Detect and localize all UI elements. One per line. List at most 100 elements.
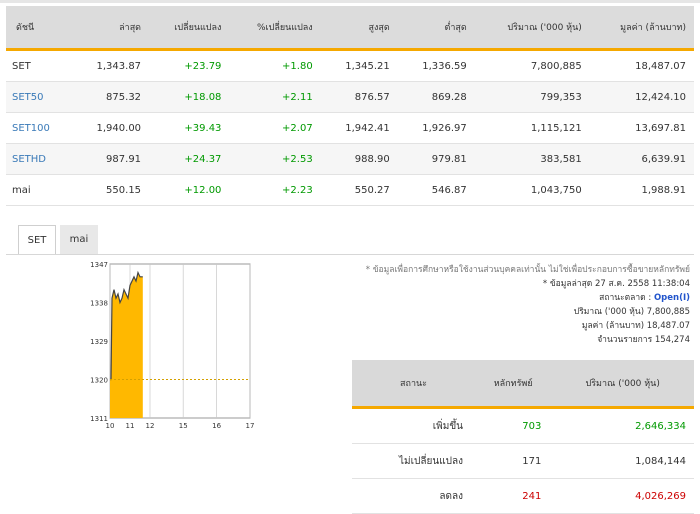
change-value: +12.00 <box>149 174 230 206</box>
low-value: 869.28 <box>397 81 475 113</box>
volume-label: ปริมาณ ('000 หุ้น) <box>573 307 645 317</box>
change-value: +18.08 <box>149 81 230 113</box>
y-tick-label: 1338 <box>90 300 108 308</box>
col-securities: หลักทรัพย์ <box>475 360 552 409</box>
table-row: SET100 1,940.00 +39.43 +2.07 1,942.41 1,… <box>6 112 694 144</box>
tab-divider <box>6 254 694 255</box>
table-row: เพิ่มขึ้น 703 2,646,334 <box>352 407 694 444</box>
status-unchanged: ไม่เปลี่ยนแปลง <box>352 443 475 479</box>
value-value: 1,988.91 <box>589 174 694 206</box>
index-link-set50[interactable]: SET50 <box>6 81 73 113</box>
y-tick-label: 1320 <box>90 377 108 385</box>
high-value: 876.57 <box>320 81 398 113</box>
last-value: 987.91 <box>72 143 150 175</box>
value-label: มูลค่า (ล้านบาท) <box>581 321 645 331</box>
x-tick-label: 12 <box>146 422 155 430</box>
disclaimer-note: * ข้อมูลเพื่อการศึกษาหรือใช้งานส่วนบุคคล… <box>365 265 690 275</box>
col-value: มูลค่า (ล้านบาท) <box>589 6 694 51</box>
high-value: 988.90 <box>320 143 398 175</box>
summary-table: สถานะ หลักทรัพย์ ปริมาณ ('000 หุ้น) เพิ่… <box>352 360 694 514</box>
low-value: 1,336.59 <box>397 49 475 82</box>
pct-change-value: +2.11 <box>229 81 321 113</box>
last-value: 550.15 <box>72 174 150 206</box>
deals-total: 154,274 <box>654 335 690 345</box>
high-value: 1,942.41 <box>320 112 398 144</box>
high-value: 550.27 <box>320 174 398 206</box>
last-value: 1,940.00 <box>72 112 150 144</box>
volume-down: 4,026,269 <box>551 478 694 514</box>
top-bar <box>0 0 700 3</box>
col-volume: ปริมาณ ('000 หุ้น) <box>474 6 590 51</box>
y-tick-label: 1347 <box>90 261 108 269</box>
x-tick-label: 16 <box>212 422 221 430</box>
count-down: 241 <box>475 478 552 514</box>
market-status-label: สถานะตลาด : <box>599 293 652 303</box>
value-value: 13,697.81 <box>589 112 694 144</box>
volume-value: 1,115,121 <box>474 112 590 144</box>
index-link-set100[interactable]: SET100 <box>6 112 73 144</box>
index-table: ดัชนี ล่าสุด เปลี่ยนแปลง %เปลี่ยนแปลง สู… <box>6 6 694 206</box>
pct-change-value: +1.80 <box>229 49 321 82</box>
volume-total: 7,800,885 <box>646 307 690 317</box>
table-row: SET 1,343.87 +23.79 +1.80 1,345.21 1,336… <box>6 49 694 82</box>
col-index: ดัชนี <box>6 6 73 51</box>
x-tick-label: 10 <box>106 422 115 430</box>
low-value: 1,926.97 <box>397 112 475 144</box>
low-value: 546.87 <box>397 174 475 206</box>
x-tick-label: 15 <box>179 422 188 430</box>
volume-value: 1,043,750 <box>474 174 590 206</box>
market-status-line: สถานะตลาด : Open(I) <box>366 291 690 305</box>
deals-label: จำนวนรายการ <box>597 335 653 345</box>
market-tabs: SET mai <box>18 225 98 255</box>
status-up: เพิ่มขึ้น <box>352 407 475 444</box>
col-pct-change: %เปลี่ยนแปลง <box>229 6 321 51</box>
y-tick-label: 1329 <box>90 338 108 346</box>
volume-up: 2,646,334 <box>551 407 694 444</box>
table-row: mai 550.15 +12.00 +2.23 550.27 546.87 1,… <box>6 174 694 206</box>
pct-change-value: +2.23 <box>229 174 321 206</box>
col-status: สถานะ <box>352 360 475 409</box>
x-tick-label: 17 <box>246 422 255 430</box>
pct-change-value: +2.07 <box>229 112 321 144</box>
index-name: SET <box>6 49 73 82</box>
value-total: 18,487.07 <box>646 321 690 331</box>
value-value: 6,639.91 <box>589 143 694 175</box>
index-name: mai <box>6 174 73 206</box>
summary-header: สถานะ หลักทรัพย์ ปริมาณ ('000 หุ้น) <box>352 360 694 409</box>
market-status-value: Open(I) <box>653 293 690 303</box>
status-down: ลดลง <box>352 478 475 514</box>
low-value: 979.81 <box>397 143 475 175</box>
tab-set[interactable]: SET <box>18 225 56 255</box>
value-value: 12,424.10 <box>589 81 694 113</box>
table-row: ไม่เปลี่ยนแปลง 171 1,084,144 <box>352 443 694 479</box>
change-value: +39.43 <box>149 112 230 144</box>
table-row: ลดลง 241 4,026,269 <box>352 478 694 514</box>
last-value: 1,343.87 <box>72 49 150 82</box>
table-row: SETHD 987.91 +24.37 +2.53 988.90 979.81 … <box>6 143 694 175</box>
volume-value: 799,353 <box>474 81 590 113</box>
col-low: ต่ำสุด <box>397 6 475 51</box>
col-high: สูงสุด <box>320 6 398 51</box>
high-value: 1,345.21 <box>320 49 398 82</box>
x-tick-label: 11 <box>126 422 135 430</box>
intraday-chart: 1347133813291320131110 11 12 15 16 17 <box>90 261 255 430</box>
last-value: 875.32 <box>72 81 150 113</box>
count-unchanged: 171 <box>475 443 552 479</box>
volume-line: ปริมาณ ('000 หุ้น) 7,800,885 <box>366 305 690 319</box>
table-row: SET50 875.32 +18.08 +2.11 876.57 869.28 … <box>6 81 694 113</box>
market-info: * ข้อมูลเพื่อการศึกษาหรือใช้งานส่วนบุคคล… <box>366 263 690 347</box>
change-value: +23.79 <box>149 49 230 82</box>
col-sum-volume: ปริมาณ ('000 หุ้น) <box>551 360 694 409</box>
index-table-header: ดัชนี ล่าสุด เปลี่ยนแปลง %เปลี่ยนแปลง สู… <box>6 6 694 51</box>
deals-line: จำนวนรายการ 154,274 <box>366 333 690 347</box>
last-updated: * ข้อมูลล่าสุด 27 ส.ค. 2558 11:38:04 <box>542 279 690 289</box>
count-up: 703 <box>475 407 552 444</box>
tab-mai[interactable]: mai <box>60 225 98 255</box>
pct-change-value: +2.53 <box>229 143 321 175</box>
volume-value: 383,581 <box>474 143 590 175</box>
index-link-sethd[interactable]: SETHD <box>6 143 73 175</box>
col-change: เปลี่ยนแปลง <box>149 6 230 51</box>
value-line: มูลค่า (ล้านบาท) 18,487.07 <box>366 319 690 333</box>
volume-value: 7,800,885 <box>474 49 590 82</box>
value-value: 18,487.07 <box>589 49 694 82</box>
